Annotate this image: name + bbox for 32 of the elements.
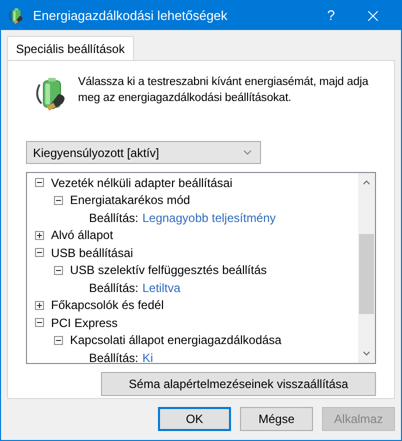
scrollbar[interactable] [358,173,375,363]
tree-item[interactable]: USB szelektív felfüggesztés beállítás [70,261,267,280]
tree-item[interactable]: Kapcsolati állapot energiagazdálkodása [70,331,282,350]
expand-toggle[interactable] [35,300,44,310]
setting-value[interactable]: Legnagyobb teljesítmény [142,208,276,227]
tab[interactable]: Speciális beállítások [7,36,134,60]
collapse-toggle[interactable] [35,318,44,328]
tree-item[interactable]: Alvó állapot [51,226,114,244]
collapse-toggle[interactable] [54,336,63,345]
dialog-button[interactable]: OK [158,407,231,431]
app-icon [7,6,25,24]
expand-toggle[interactable] [35,230,44,240]
dialog-button[interactable]: Mégse [240,407,313,431]
help-button[interactable]: ? [311,5,351,26]
setting-label: Beállítás: [89,350,138,363]
collapse-toggle[interactable] [54,266,63,275]
tree-item[interactable]: Energiatakarékos mód [70,191,190,210]
collapse-toggle[interactable] [54,196,63,205]
tree-item[interactable]: PCI Express [51,314,118,332]
plan-dropdown[interactable]: Kiegyensúlyozott [aktív] [26,141,261,164]
setting-value[interactable]: Letiltva [142,278,180,297]
setting-label: Beállítás: [89,280,138,297]
collapse-toggle[interactable] [35,248,44,258]
setting-value[interactable]: Ki [142,348,154,363]
tree-item[interactable]: Főkapcsolók és fedél [51,296,164,314]
tree-item[interactable]: Vezeték nélküli adapter beállításai [51,174,232,192]
window-title: Energiagazdálkodási lehetőségek [33,6,228,25]
tree-item[interactable]: USB beállításai [51,244,134,262]
description-text: Válassza ki a testreszabni kívánt energiasémát, majd adja meg az energiagazdálkodási beállításokat. [78,75,370,106]
restore-defaults-button[interactable]: Séma alapértelmezéseinek visszaállítása [101,372,376,396]
setting-label: Beállítás: [89,210,138,227]
collapse-toggle[interactable] [35,178,44,188]
